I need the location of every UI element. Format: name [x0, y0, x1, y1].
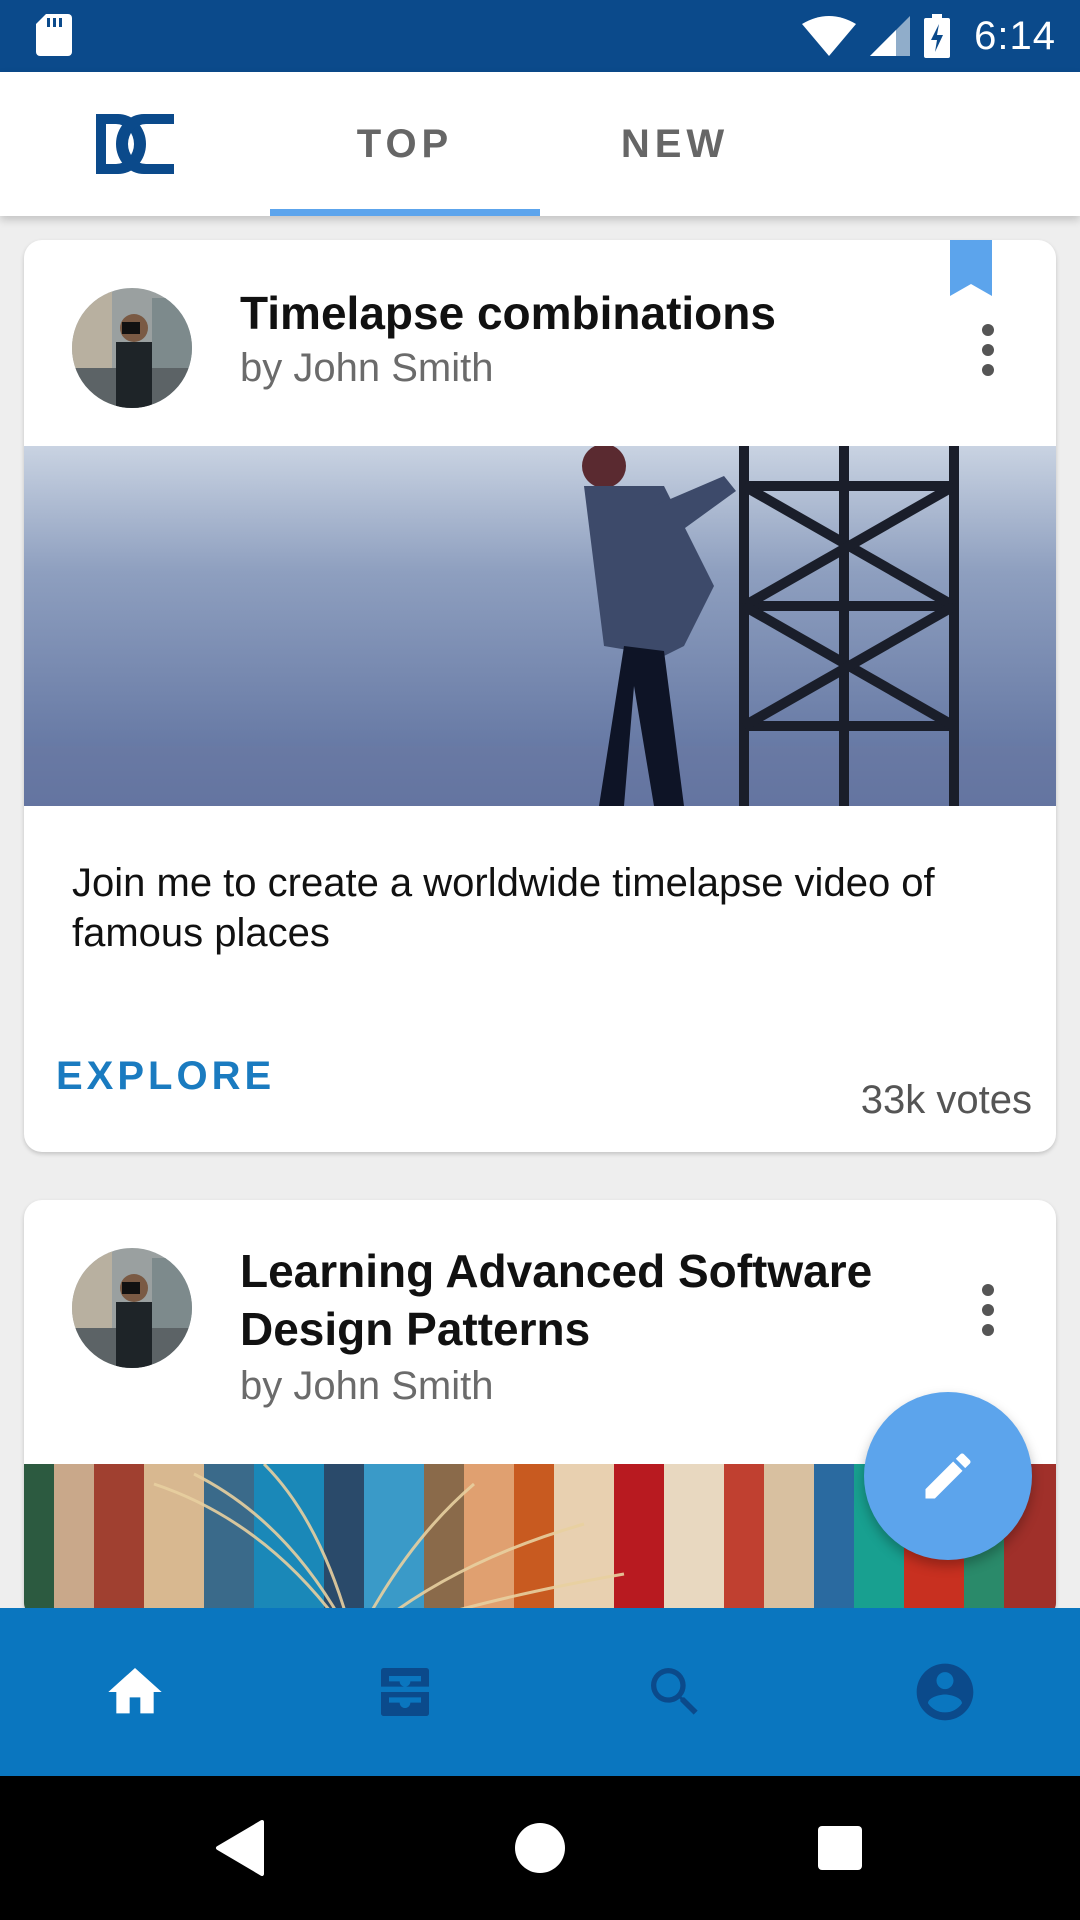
battery-charging-icon — [924, 14, 951, 58]
nav-search[interactable] — [540, 1608, 810, 1776]
tab-top[interactable]: TOP — [270, 72, 540, 216]
nav-inbox[interactable] — [270, 1608, 540, 1776]
post-author[interactable]: by John Smith — [240, 1364, 493, 1409]
more-vert-icon[interactable] — [976, 322, 1000, 378]
account-icon — [916, 1663, 974, 1721]
bookmark-icon[interactable] — [950, 240, 992, 296]
post-title[interactable]: Learning Advanced Software Design Patter… — [240, 1242, 940, 1358]
more-vert-icon[interactable] — [976, 1282, 1000, 1338]
author-avatar[interactable] — [72, 288, 192, 408]
system-navigation-bar — [0, 1776, 1080, 1920]
nav-account[interactable] — [810, 1608, 1080, 1776]
bottom-navigation — [0, 1608, 1080, 1776]
status-time: 6:14 — [974, 13, 1056, 58]
nav-home[interactable] — [0, 1608, 270, 1776]
recents-icon — [818, 1826, 862, 1870]
author-avatar[interactable] — [72, 1248, 192, 1368]
inbox-icon — [381, 1668, 429, 1716]
compose-fab[interactable] — [864, 1392, 1032, 1560]
post-description: Join me to create a worldwide timelapse … — [72, 861, 935, 955]
post-author[interactable]: by John Smith — [240, 346, 493, 391]
tab-new[interactable]: NEW — [540, 72, 810, 216]
wifi-icon — [802, 16, 857, 56]
signal-icon — [870, 16, 911, 56]
tab-indicator — [270, 209, 540, 216]
vote-count: 33k votes — [860, 1078, 1032, 1122]
post-title[interactable]: Timelapse combinations — [240, 284, 940, 342]
recents-button[interactable] — [804, 1812, 876, 1884]
search-icon — [651, 1668, 698, 1715]
home-icon — [108, 1668, 162, 1714]
sd-card-icon — [36, 14, 72, 56]
post-card[interactable]: Timelapse combinations by John Smith Joi… — [24, 240, 1056, 1152]
top-app-bar: TOP NEW — [0, 72, 1080, 216]
home-circle-icon — [515, 1823, 565, 1873]
back-icon — [216, 1820, 264, 1876]
dc-logo-icon — [96, 114, 174, 174]
explore-button[interactable]: EXPLORE — [56, 1054, 275, 1099]
status-bar: 6:14 — [0, 0, 1080, 72]
home-button[interactable] — [504, 1812, 576, 1884]
pencil-icon — [925, 1453, 971, 1499]
post-image[interactable] — [24, 446, 1056, 806]
back-button[interactable] — [204, 1812, 276, 1884]
